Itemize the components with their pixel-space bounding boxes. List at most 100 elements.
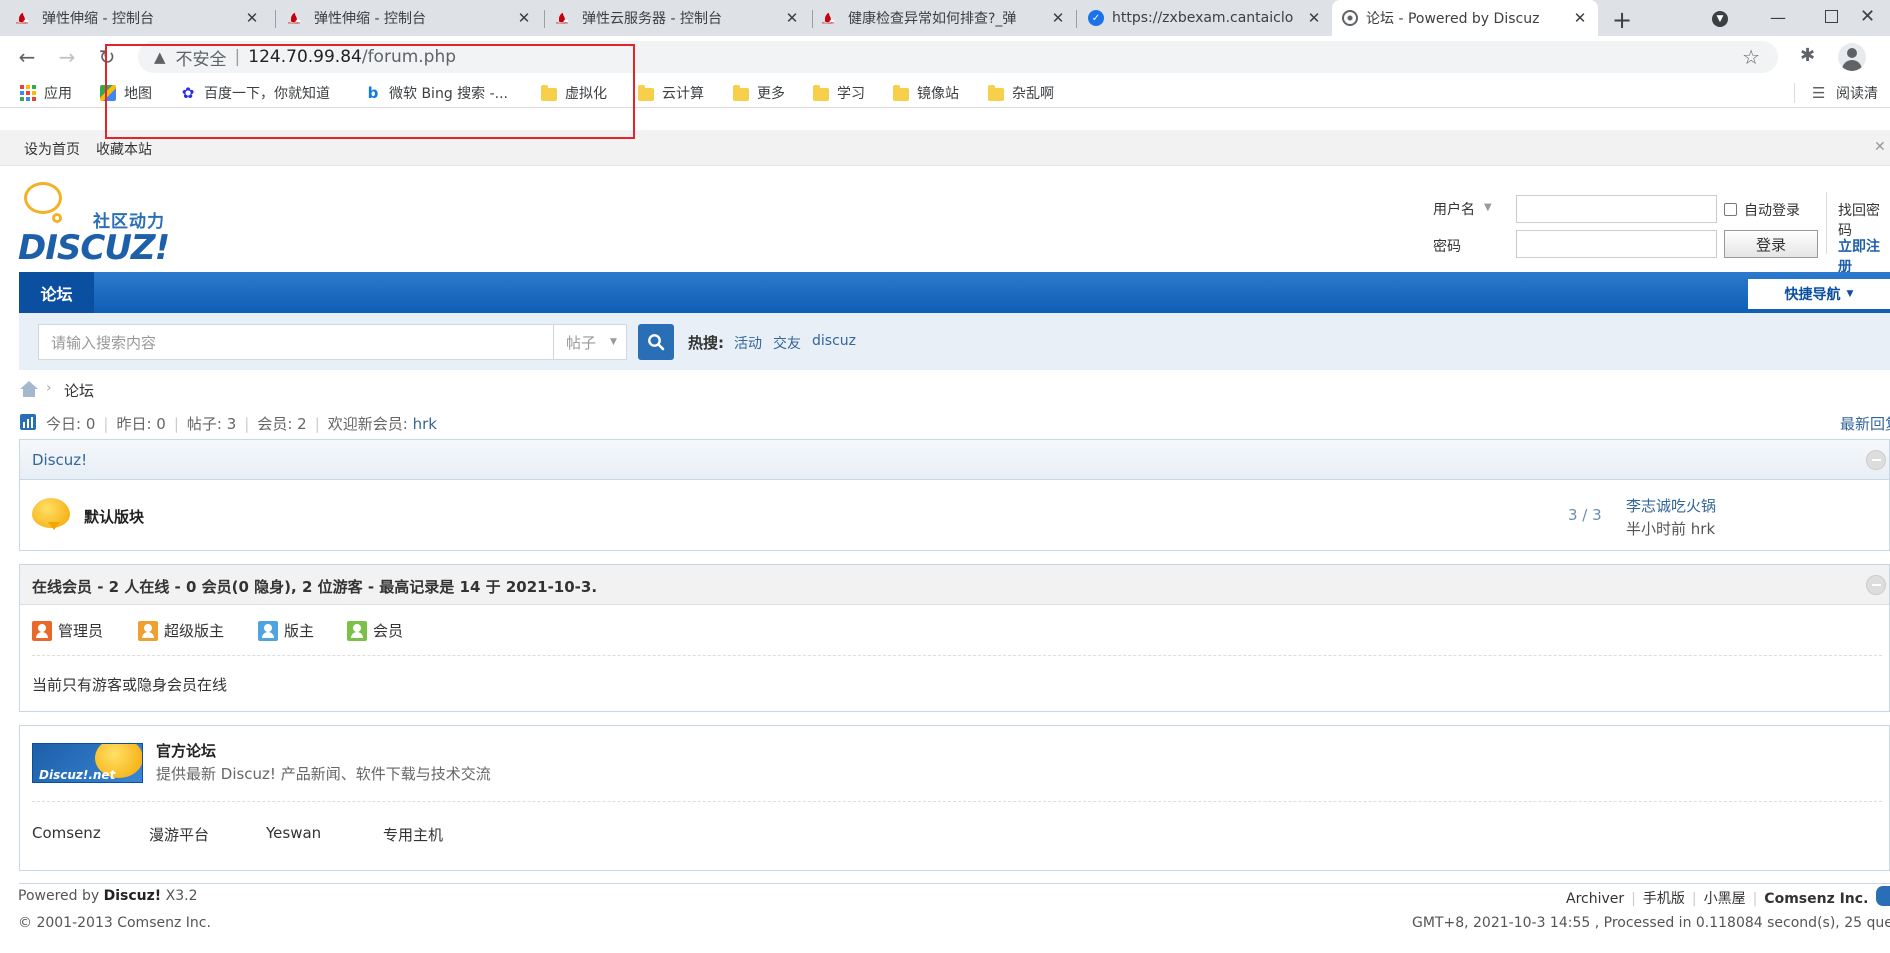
hot-search-link[interactable]: 活动 — [734, 333, 762, 353]
reading-list-label: 阅读清 — [1836, 86, 1878, 102]
huawei-icon — [556, 10, 574, 26]
tab-strip: 弹性伸缩 - 控制台 ✕ 弹性伸缩 - 控制台 ✕ 弹性云服务器 - 控制台 ✕… — [0, 0, 1890, 36]
minimize-icon[interactable]: — — [1770, 8, 1786, 27]
bookmark-apps[interactable]: 应用 — [20, 83, 72, 103]
latest-replies-link[interactable]: 最新回复 — [1840, 413, 1890, 434]
auto-login-checkbox[interactable] — [1724, 203, 1737, 216]
password-label: 密码 — [1433, 239, 1461, 255]
new-tab-button[interactable]: + — [1612, 6, 1632, 34]
close-icon[interactable]: ✕ — [1306, 9, 1322, 27]
close-icon[interactable]: ✕ — [1572, 9, 1588, 27]
tab-3[interactable]: 弹性云服务器 - 控制台 ✕ — [548, 0, 810, 36]
bookmark-folder-misc[interactable]: 杂乱啊 — [988, 83, 1054, 103]
forward-icon[interactable]: → — [54, 44, 80, 70]
collapse-icon[interactable] — [1866, 575, 1886, 595]
check-circle-icon: ✓ — [1088, 10, 1104, 26]
quick-nav-button[interactable]: 快捷导航 ▼ — [1748, 279, 1890, 309]
folder-icon — [893, 84, 909, 101]
footer-stats: GMT+8, 2021-10-3 14:55 , Processed in 0.… — [1412, 915, 1890, 931]
official-forum-link[interactable]: 官方论坛 — [156, 740, 216, 761]
folder-icon — [813, 84, 829, 101]
restore-icon[interactable] — [1825, 10, 1838, 23]
last-post-link[interactable]: 李志诚吃火锅 — [1626, 495, 1716, 516]
super-moderator-icon — [138, 620, 158, 641]
friend-link[interactable]: Comsenz — [32, 824, 101, 842]
tab-title: 论坛 - Powered by Discuz — [1366, 11, 1540, 27]
category-title[interactable]: Discuz! — [32, 451, 87, 469]
collapse-icon[interactable] — [1866, 450, 1886, 470]
close-topbar-icon[interactable]: ✕ — [1874, 139, 1886, 155]
huawei-icon — [16, 10, 34, 26]
home-icon[interactable] — [20, 381, 38, 397]
friend-links-box: Discuz!.net 官方论坛 提供最新 Discuz! 产品新闻、软件下载与… — [19, 725, 1890, 871]
bookmark-folder-more[interactable]: 更多 — [733, 83, 785, 103]
star-icon[interactable]: ☆ — [1742, 45, 1760, 69]
comsenz-link[interactable]: Comsenz Inc. — [1764, 891, 1868, 907]
username-label[interactable]: 用户名 — [1433, 199, 1475, 219]
chevron-down-icon[interactable]: ▼ — [1484, 202, 1492, 213]
copyright: © 2001-2013 Comsenz Inc. — [18, 915, 211, 931]
online-members-box: 在线会员 - 2 人在线 - 0 会员(0 隐身), 2 位游客 - 最高记录是… — [19, 564, 1890, 712]
close-icon[interactable]: ✕ — [1050, 9, 1066, 27]
bookmark-label: 学习 — [837, 86, 865, 102]
discuz-net-banner[interactable]: Discuz!.net — [32, 743, 143, 783]
search-icon — [648, 334, 665, 351]
hot-search-label: 热搜: — [688, 334, 724, 352]
back-icon[interactable]: ← — [14, 44, 40, 70]
close-icon[interactable]: ✕ — [784, 9, 800, 27]
auto-login-label: 自动登录 — [1744, 203, 1800, 219]
bookmark-label: 云计算 — [662, 86, 704, 102]
tab-1[interactable]: 弹性伸缩 - 控制台 ✕ — [8, 0, 270, 36]
breadcrumb[interactable]: 论坛 — [64, 380, 94, 401]
discuz-link[interactable]: Discuz! — [104, 888, 162, 904]
blacklist-link[interactable]: 小黑屋 — [1704, 891, 1746, 907]
hot-search-link[interactable]: 交友 — [773, 333, 801, 353]
reading-list[interactable]: ☰ 阅读清 — [1812, 83, 1878, 103]
hot-search-link[interactable]: discuz — [812, 333, 856, 349]
tab-title: https://zxbexam.cantaiclo — [1112, 10, 1294, 26]
tab-4[interactable]: 健康检查异常如何排查?_弹 ✕ — [814, 0, 1076, 36]
folder-icon — [988, 84, 1004, 101]
tab-5[interactable]: ✓ https://zxbexam.cantaiclo ✕ — [1078, 0, 1332, 36]
username-input[interactable] — [1516, 195, 1717, 223]
member-icon — [347, 620, 367, 641]
tab-6-active[interactable]: 论坛 - Powered by Discuz ✕ — [1332, 0, 1598, 36]
last-post-meta: 半小时前 hrk — [1626, 520, 1716, 538]
set-home-link[interactable]: 设为首页 — [24, 139, 80, 159]
bookmark-site-link[interactable]: 收藏本站 — [96, 139, 152, 159]
online-message: 当前只有游客或隐身会员在线 — [32, 676, 228, 694]
stat-today: 今日: 0 — [46, 415, 96, 433]
nav-item-forum[interactable]: 论坛 — [19, 272, 94, 313]
window-close-icon[interactable]: ✕ — [1860, 6, 1875, 27]
security-badge-icon — [1876, 886, 1890, 906]
bookmark-folder-cloud[interactable]: 云计算 — [638, 83, 704, 103]
forgot-password-link[interactable]: 找回密码 — [1838, 200, 1890, 240]
bookmark-folder-study[interactable]: 学习 — [813, 83, 865, 103]
archiver-link[interactable]: Archiver — [1566, 891, 1624, 907]
search-button[interactable] — [638, 324, 674, 360]
tab-2[interactable]: 弹性伸缩 - 控制台 ✕ — [280, 0, 542, 36]
password-input[interactable] — [1516, 230, 1717, 258]
stat-welcome: 欢迎新会员: — [327, 415, 408, 433]
tab-search-icon[interactable]: ▼ — [1712, 11, 1728, 27]
friend-link[interactable]: 专用主机 — [383, 824, 443, 845]
avatar[interactable] — [1838, 43, 1866, 71]
friend-link[interactable]: Yeswan — [266, 824, 321, 842]
search-type-select[interactable]: 帖子 ▼ — [553, 324, 627, 360]
bookmark-folder-mirrors[interactable]: 镜像站 — [893, 83, 959, 103]
extensions-icon[interactable]: ✱ — [1800, 45, 1815, 66]
search-input[interactable]: 请输入搜索内容 — [38, 324, 554, 360]
close-icon[interactable]: ✕ — [244, 9, 260, 27]
discuz-logo[interactable]: 社区动力 DISCUZ! — [18, 180, 188, 270]
friend-link[interactable]: 漫游平台 — [149, 824, 209, 845]
login-button[interactable]: 登录 — [1724, 230, 1818, 258]
forum-name-link[interactable]: 默认版块 — [84, 506, 144, 527]
bookmark-label: 杂乱啊 — [1012, 86, 1054, 102]
close-icon[interactable]: ✕ — [516, 9, 532, 27]
mobile-link[interactable]: 手机版 — [1643, 891, 1685, 907]
new-member-link[interactable]: hrk — [413, 415, 437, 433]
register-link[interactable]: 立即注册 — [1838, 236, 1890, 276]
legend-moderator: 版主 — [258, 620, 314, 641]
tab-title: 弹性云服务器 - 控制台 — [582, 11, 722, 27]
search-type-label: 帖子 — [566, 333, 597, 352]
